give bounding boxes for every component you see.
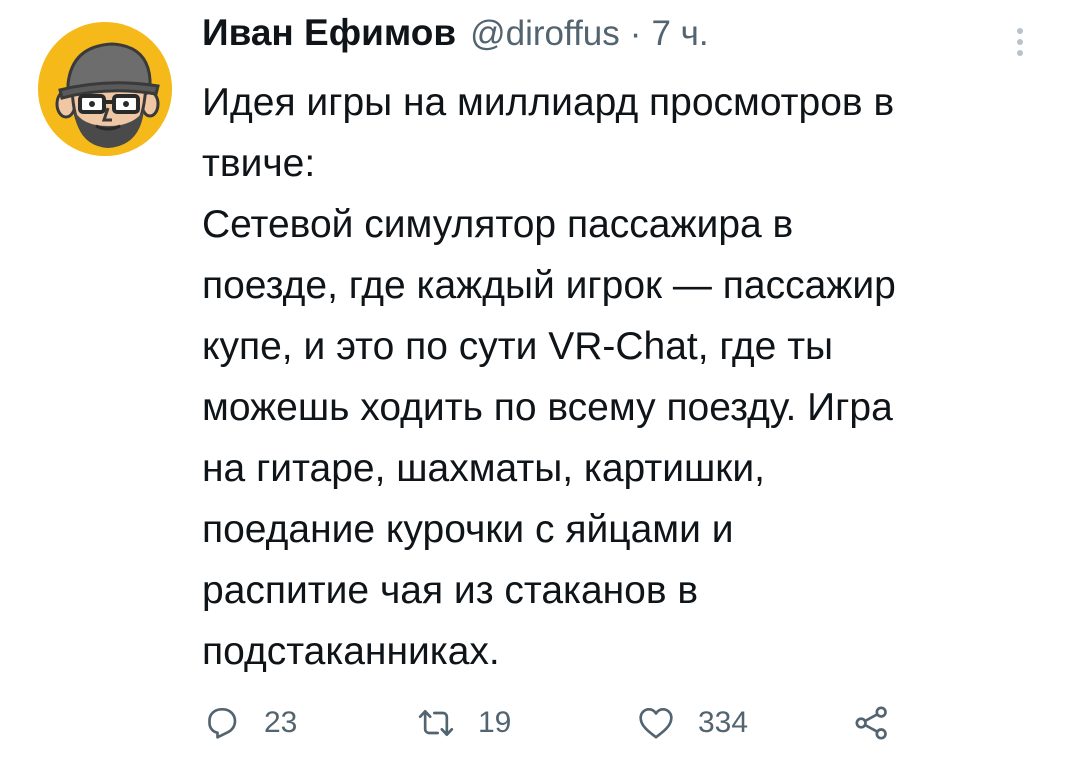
tweet[interactable]: Иван Ефимов @diroffus · 7 ч. Идея игры н… bbox=[0, 0, 1080, 767]
tweet-text-line: можешь ходить по всему поезду. Игра bbox=[202, 386, 893, 429]
tweet-actions: 23 19 334 bbox=[202, 700, 1022, 746]
tweet-text-line: Идея игры на миллиард просмотров в bbox=[202, 81, 895, 124]
more-options-icon[interactable] bbox=[1008, 22, 1032, 62]
reply-count: 23 bbox=[264, 706, 298, 739]
tweet-text-line: распитие чая из стаканов в bbox=[202, 569, 699, 612]
avatar-illustration bbox=[38, 22, 172, 156]
retweet-icon bbox=[418, 710, 454, 736]
tweet-text-line: купе, и это по сути VR-Chat, где ты bbox=[202, 325, 834, 368]
timestamp[interactable]: 7 ч. bbox=[651, 14, 708, 54]
tweet-text-line: подстаканниках. bbox=[202, 630, 500, 673]
tweet-text-line: поезде, где каждый игрок — пассажир bbox=[202, 264, 896, 307]
like-button[interactable]: 334 bbox=[636, 700, 748, 746]
retweet-count: 19 bbox=[478, 706, 512, 739]
share-button[interactable] bbox=[852, 700, 892, 746]
like-count: 334 bbox=[698, 706, 749, 739]
tweet-header: Иван Ефимов @diroffus · 7 ч. bbox=[202, 12, 709, 62]
reply-icon bbox=[208, 708, 237, 739]
user-handle[interactable]: @diroffus bbox=[470, 14, 620, 54]
tweet-text-line: на гитаре, шахматы, картишки, bbox=[202, 447, 765, 490]
share-icon bbox=[855, 706, 887, 740]
tweet-text-line: поедание курочки с яйцами и bbox=[202, 508, 734, 551]
reply-button[interactable]: 23 bbox=[202, 700, 297, 746]
tweet-text-line: Сетевой симулятор пассажира в bbox=[202, 203, 794, 246]
avatar[interactable] bbox=[38, 22, 172, 156]
separator-dot: · bbox=[629, 14, 642, 53]
tweet-text: Идея игры на миллиард просмотров в твиче… bbox=[202, 72, 1062, 682]
display-name[interactable]: Иван Ефимов bbox=[202, 12, 456, 54]
retweet-button[interactable]: 19 bbox=[416, 700, 511, 746]
tweet-text-line: твиче: bbox=[202, 142, 316, 185]
heart-icon bbox=[639, 708, 673, 739]
